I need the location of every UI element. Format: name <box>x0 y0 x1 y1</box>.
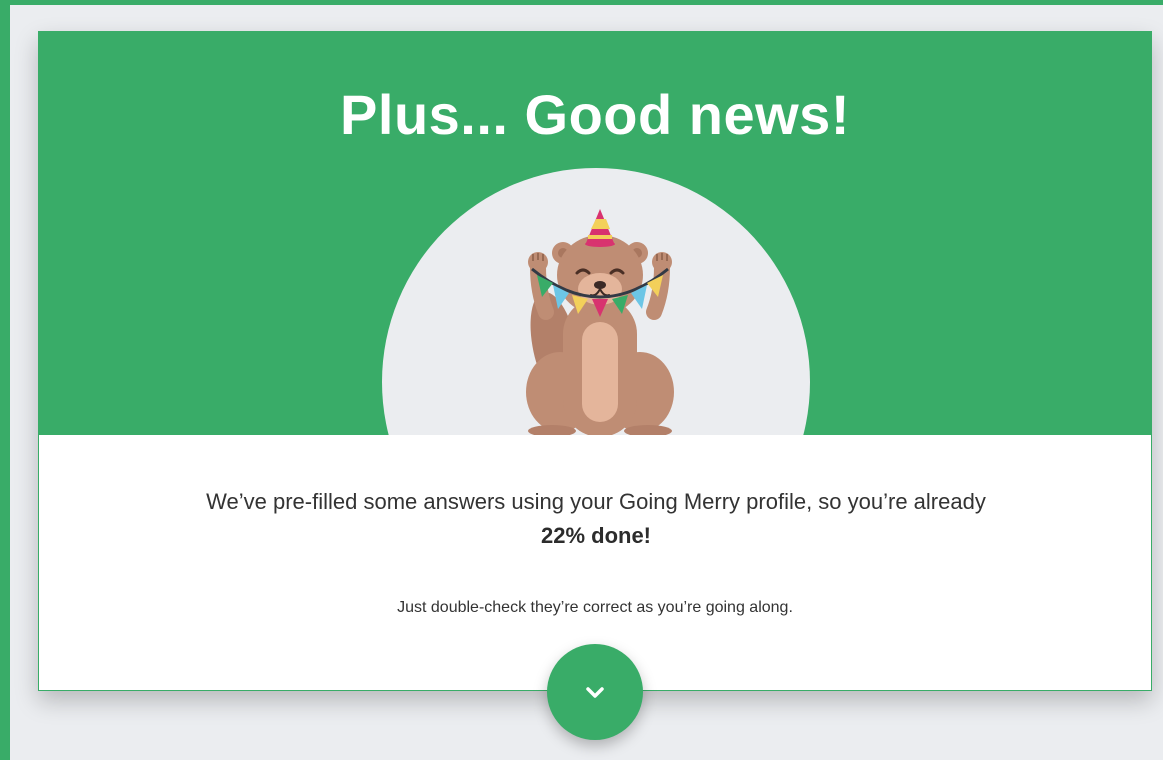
prefill-message-text: We’ve pre-filled some answers using your… <box>206 489 986 514</box>
progress-highlight: 22% done! <box>540 523 652 548</box>
prefill-message: We’ve pre-filled some answers using your… <box>99 485 1093 553</box>
card-title: Plus... Good news! <box>340 83 850 146</box>
chevron-down-icon <box>586 687 604 698</box>
scroll-down-button[interactable] <box>547 644 643 740</box>
page-top-border <box>0 0 1163 5</box>
page-left-border <box>0 0 10 760</box>
party-bear-icon <box>526 209 674 435</box>
good-news-card: Plus... Good news! We’ve pre-filled some… <box>38 31 1152 691</box>
card-header: Plus... Good news! <box>39 32 1151 435</box>
double-check-hint: Just double-check they’re correct as you… <box>397 599 793 616</box>
